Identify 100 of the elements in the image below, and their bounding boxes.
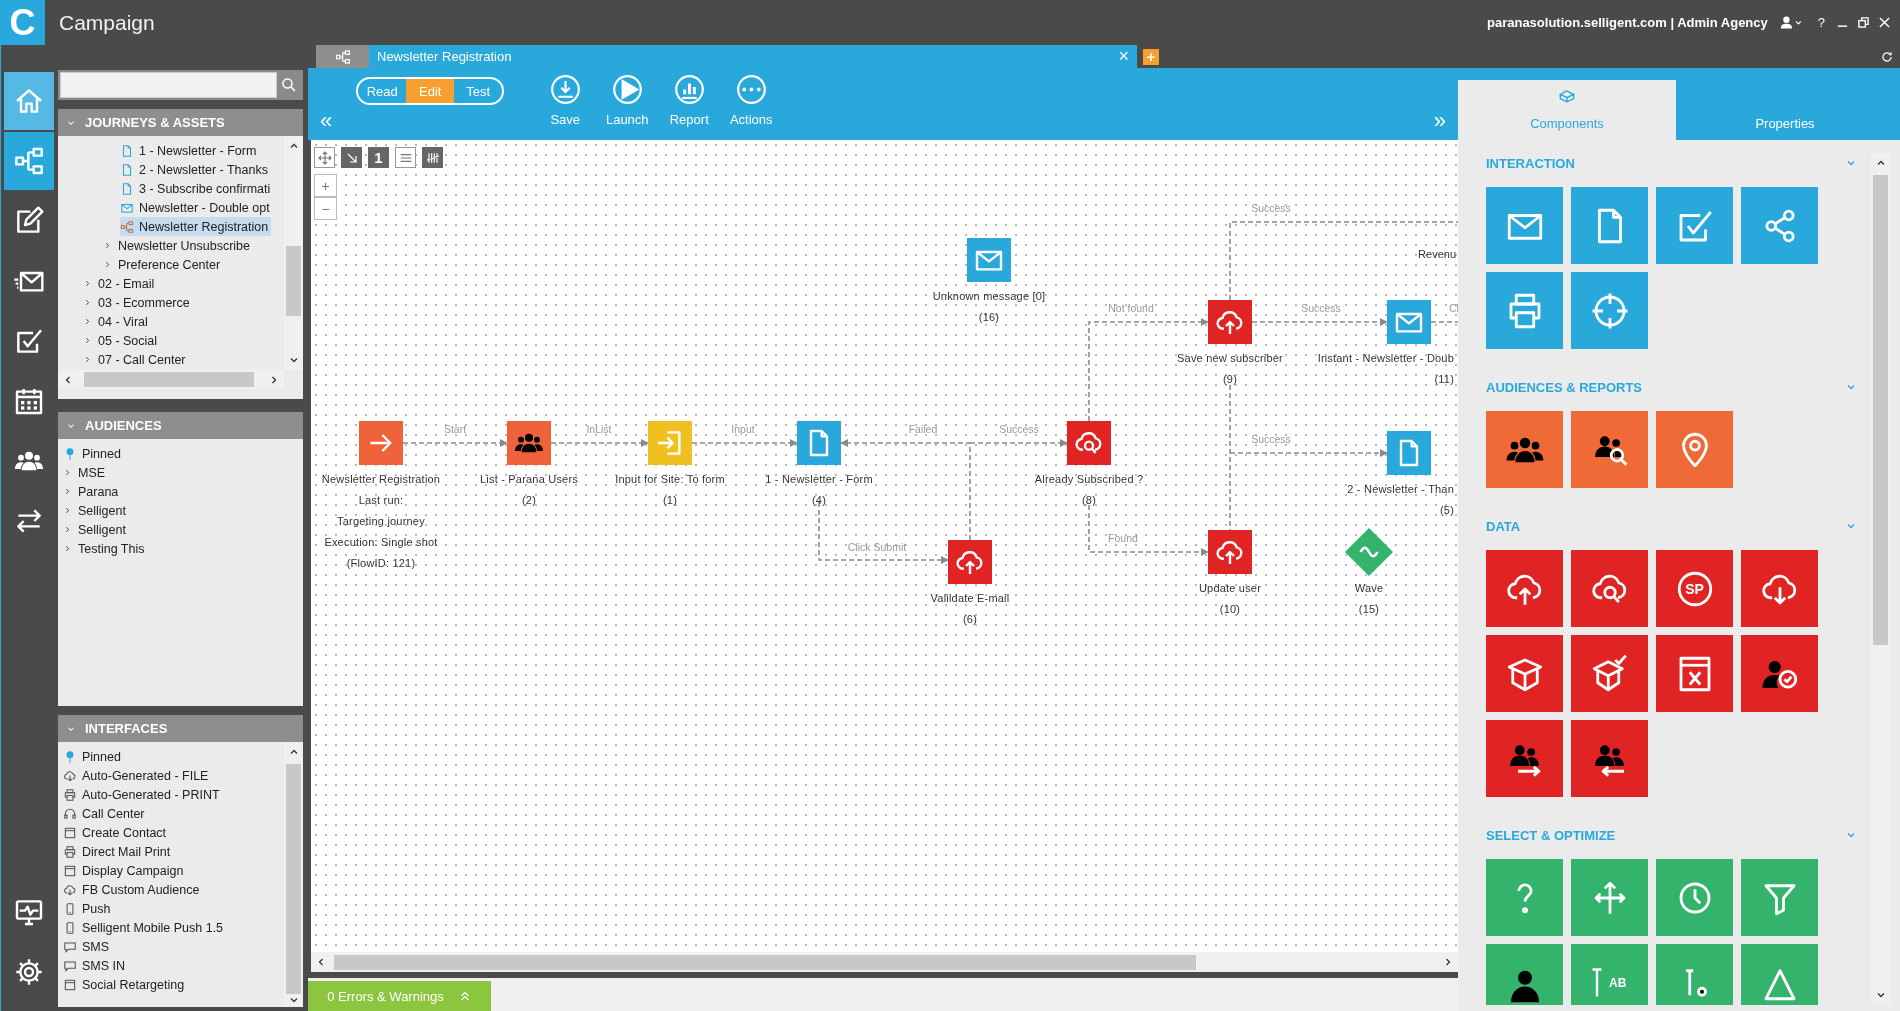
move-icon xyxy=(316,149,333,166)
list-item[interactable]: Pinned xyxy=(63,747,124,766)
close-icon[interactable] xyxy=(1879,17,1890,28)
flow-node[interactable] xyxy=(948,540,992,584)
flow-node[interactable] xyxy=(359,421,403,465)
list-item[interactable]: SMS IN xyxy=(63,956,129,975)
component-tile[interactable] xyxy=(1571,411,1648,488)
list-item[interactable]: Auto-Generated - FILE xyxy=(63,766,212,785)
node-detail: (16) xyxy=(978,310,1000,325)
tree-item[interactable]: 04 - Viral xyxy=(83,312,151,331)
component-tile[interactable] xyxy=(1656,411,1733,488)
scrollbar-thumb[interactable] xyxy=(286,764,301,994)
component-tile[interactable] xyxy=(1486,944,1563,1005)
tree-item[interactable]: 2 - Newsletter - Thanks xyxy=(120,160,271,179)
list-item[interactable]: Call Center xyxy=(63,804,148,823)
list-item[interactable]: Pinned xyxy=(63,444,124,463)
canvas-tool-button[interactable]: 1 xyxy=(368,147,389,168)
component-tile[interactable] xyxy=(1486,550,1563,627)
tree-item[interactable]: 1 - Newsletter - Form xyxy=(120,141,260,160)
tree-item[interactable]: 02 - Email xyxy=(83,274,158,293)
tree-item[interactable]: 07 - Call Center xyxy=(83,350,189,369)
tree-item[interactable]: Newsletter - Double opt xyxy=(120,198,273,217)
node-detail: (6) xyxy=(962,612,977,627)
tree-item[interactable]: 3 - Subscribe confirmati xyxy=(120,179,274,198)
refresh-icon[interactable] xyxy=(1880,49,1894,64)
search-field[interactable] xyxy=(60,72,277,98)
list-item[interactable]: Selligent Mobile Push 1.5 xyxy=(63,918,227,937)
scrollbar-thumb[interactable] xyxy=(286,246,301,316)
list-item[interactable]: Social Retargeting xyxy=(63,975,188,994)
list-item[interactable]: Testing This xyxy=(63,539,148,558)
scrollbar[interactable] xyxy=(284,136,303,370)
journey-tab[interactable] xyxy=(316,45,369,68)
component-tile[interactable] xyxy=(1741,859,1818,936)
scrollbar-thumb[interactable] xyxy=(1873,175,1888,645)
flow-node[interactable] xyxy=(1387,300,1431,344)
component-tile[interactable] xyxy=(1571,635,1648,712)
list-item[interactable]: Create Contact xyxy=(63,823,170,842)
flow-node[interactable] xyxy=(1208,300,1252,344)
component-tile[interactable] xyxy=(1656,635,1733,712)
list-item[interactable]: FB Custom Audience xyxy=(63,880,203,899)
node-detail: (4) xyxy=(811,493,826,508)
user-menu-icon[interactable] xyxy=(1779,14,1804,31)
list-item[interactable]: Selligent xyxy=(63,501,129,520)
scrollbar-thumb[interactable] xyxy=(84,372,254,387)
list-item[interactable]: MSE xyxy=(63,463,109,482)
component-tile[interactable] xyxy=(1486,859,1563,936)
list-item[interactable]: Selligent xyxy=(63,520,129,539)
component-tile[interactable]: SP xyxy=(1656,550,1733,627)
list-item[interactable]: Direct Mail Print xyxy=(63,842,174,861)
component-tile[interactable] xyxy=(1571,720,1648,797)
flow-node[interactable] xyxy=(967,238,1011,282)
component-tile[interactable] xyxy=(1656,944,1733,1005)
connector-arrow xyxy=(1430,318,1458,326)
help-button[interactable]: ? xyxy=(1817,15,1825,30)
flow-node[interactable] xyxy=(648,421,692,465)
restore-icon[interactable] xyxy=(1858,17,1869,28)
chevron-icon xyxy=(83,317,92,326)
scrollbar[interactable] xyxy=(1871,153,1890,1005)
component-tile[interactable] xyxy=(1741,550,1818,627)
component-tile[interactable] xyxy=(1656,859,1733,936)
component-tile[interactable] xyxy=(1571,859,1648,936)
tile-label: AB xyxy=(1609,976,1627,990)
component-tile[interactable] xyxy=(1486,720,1563,797)
flow-node[interactable] xyxy=(797,421,841,465)
scrollbar[interactable] xyxy=(311,952,1458,972)
list-item[interactable]: Display Campaign xyxy=(63,861,187,880)
component-tile[interactable] xyxy=(1656,187,1733,264)
list-item[interactable]: Push xyxy=(63,899,114,918)
tree-item[interactable]: Newsletter Unsubscribe xyxy=(103,236,253,255)
scrollbar[interactable] xyxy=(284,742,303,1007)
component-tile[interactable] xyxy=(1741,187,1818,264)
canvas-tool-button[interactable] xyxy=(341,147,362,168)
scrollbar[interactable] xyxy=(58,370,284,389)
component-tile[interactable] xyxy=(1486,411,1563,488)
component-tile[interactable] xyxy=(1741,944,1818,1005)
list-item[interactable]: Parana xyxy=(63,482,122,501)
list-item[interactable]: Auto-Generated - PRINT xyxy=(63,785,223,804)
tree-item[interactable]: Preference Center xyxy=(103,255,224,274)
component-tile[interactable] xyxy=(1486,635,1563,712)
component-tile[interactable] xyxy=(1486,272,1563,349)
canvas-tool-button[interactable] xyxy=(422,147,443,168)
flow-node[interactable] xyxy=(507,421,551,465)
component-tile[interactable] xyxy=(1741,635,1818,712)
flow-node[interactable] xyxy=(1387,431,1431,475)
flow-node[interactable] xyxy=(1208,530,1252,574)
zoom-button[interactable]: + xyxy=(314,174,337,197)
flow-node[interactable] xyxy=(1067,421,1111,465)
component-tile[interactable] xyxy=(1571,272,1648,349)
account-label: paranasolution.selligent.com | Admin Agency xyxy=(1487,15,1768,30)
canvas-tool-button[interactable] xyxy=(395,147,416,168)
component-tile[interactable] xyxy=(1571,550,1648,627)
tree-item[interactable]: Newsletter Registration xyxy=(120,217,272,236)
component-tile[interactable] xyxy=(1486,187,1563,264)
tree-item[interactable]: 03 - Ecommerce xyxy=(83,293,193,312)
zoom-button[interactable]: − xyxy=(314,197,337,220)
component-tile[interactable] xyxy=(1571,187,1648,264)
canvas-tool-button[interactable] xyxy=(314,147,335,168)
tree-item[interactable]: 05 - Social xyxy=(83,331,161,350)
list-item[interactable]: SMS xyxy=(63,937,113,956)
scrollbar-thumb[interactable] xyxy=(334,954,1196,970)
